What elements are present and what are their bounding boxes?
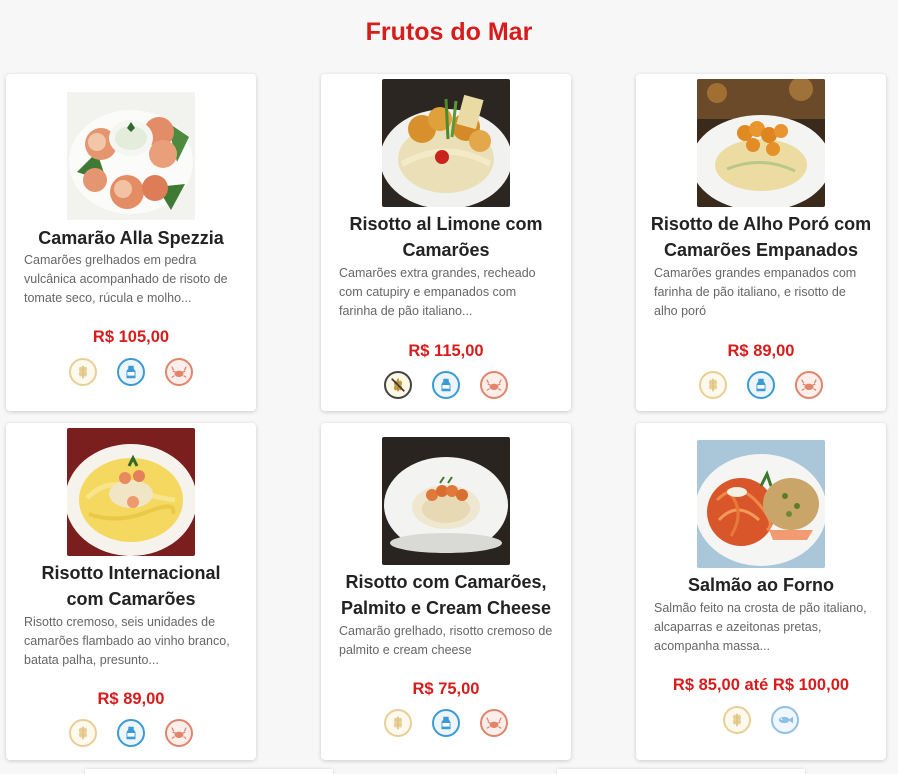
dish-description: Camarões grandes empanados com farinha d…: [654, 266, 857, 318]
dish-name-line-1: Risotto com Camarões,: [345, 572, 547, 592]
gluten-icon[interactable]: [699, 371, 727, 399]
gluten-icon[interactable]: [723, 706, 751, 734]
lactose-icon[interactable]: [117, 358, 145, 386]
lactose-icon[interactable]: [432, 371, 460, 399]
gluten-icon[interactable]: [69, 719, 97, 747]
dish-price: R$ 75,00: [412, 680, 480, 698]
lactose-icon[interactable]: [117, 719, 145, 747]
dish-name-line-2: Camarões: [402, 240, 490, 260]
section-title: Frutos do Mar: [365, 18, 533, 46]
menu-card-risotto-alho-poro[interactable]: Risotto de Alho Poró com Camarões Empana…: [636, 74, 886, 411]
gluten-free-icon[interactable]: [384, 371, 412, 399]
dish-photo[interactable]: [67, 428, 195, 556]
dish-name-line-2: Palmito e Cream Cheese: [340, 598, 552, 618]
menu-card-camarao-alla-spezzia[interactable]: Camarão Alla Spezzia Camarões grelhados …: [6, 74, 256, 411]
dish-price: R$ 105,00: [92, 328, 170, 346]
menu-card-risotto-al-limone[interactable]: Risotto al Limone com Camarões Camarões …: [321, 74, 571, 411]
dish-description: Camarão grelhado, risotto cremoso de pal…: [339, 624, 553, 657]
dish-name-line-1: Risotto Internacional: [41, 563, 221, 583]
dish-photo[interactable]: [67, 92, 195, 220]
dish-name-line-2: Camarões Empanados: [663, 240, 859, 260]
dish-name: Salmão ao Forno: [687, 575, 835, 595]
dish-photo[interactable]: [697, 79, 825, 207]
shellfish-icon[interactable]: [165, 358, 193, 386]
dish-description: Salmão feito na crosta de pão italiano, …: [654, 601, 867, 653]
dish-name-line-1: Risotto al Limone com: [349, 214, 543, 234]
dish-photo[interactable]: [382, 437, 510, 565]
shellfish-icon[interactable]: [795, 371, 823, 399]
dish-name: Camarão Alla Spezzia: [38, 228, 224, 248]
dish-price: R$ 89,00: [727, 342, 795, 360]
next-card-edge: [85, 769, 333, 774]
dish-photo[interactable]: [382, 79, 510, 207]
fish-icon[interactable]: [771, 706, 799, 734]
dish-name-line-2: com Camarões: [66, 589, 196, 609]
dish-description: Risotto cremoso, seis unidades de camarõ…: [24, 615, 230, 667]
shellfish-icon[interactable]: [480, 709, 508, 737]
dish-name-line-1: Risotto de Alho Poró com: [650, 214, 872, 234]
menu-card-salmao-ao-forno[interactable]: Salmão ao Forno Salmão feito na crosta d…: [636, 423, 886, 760]
gluten-icon[interactable]: [69, 358, 97, 386]
dish-price: R$ 89,00: [97, 690, 165, 708]
dish-price: R$ 115,00: [408, 342, 484, 360]
next-card-edge: [557, 769, 805, 774]
menu-card-risotto-internacional[interactable]: Risotto Internacional com Camarões Risot…: [6, 423, 256, 760]
dish-price: R$ 85,00 até R$ 100,00: [672, 676, 850, 694]
lactose-icon[interactable]: [747, 371, 775, 399]
menu-card-risotto-palmito[interactable]: Risotto com Camarões, Palmito e Cream Ch…: [321, 423, 571, 760]
dish-description: Camarões extra grandes, recheado com cat…: [339, 266, 536, 318]
shellfish-icon[interactable]: [480, 371, 508, 399]
lactose-icon[interactable]: [432, 709, 460, 737]
gluten-icon[interactable]: [384, 709, 412, 737]
shellfish-icon[interactable]: [165, 719, 193, 747]
dish-photo[interactable]: [697, 440, 825, 568]
dish-description: Camarões grelhados em pedra vulcânica ac…: [24, 253, 228, 305]
